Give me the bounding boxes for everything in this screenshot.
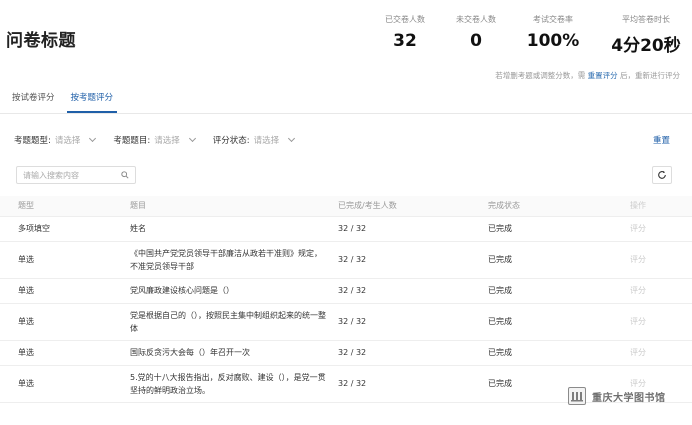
cell-progress: 32 / 32 — [338, 216, 488, 242]
cell-question: 国际反贪污大会每（）年召开一次 — [130, 340, 338, 366]
cell-question: 5.党的十八大报告指出，反对腐败、建设（），是党一贯坚持的鲜明政治立场。 — [130, 365, 338, 403]
table-row: 多项填空 姓名 32 / 32 已完成 评分 — [0, 216, 692, 242]
page-title: 问卷标题 — [6, 31, 76, 51]
reset-score-link[interactable]: 重置评分 — [588, 71, 618, 80]
score-button[interactable]: 评分 — [630, 340, 692, 366]
cell-status: 已完成 — [488, 278, 630, 304]
hint-suffix: 后，重新进行评分 — [620, 71, 680, 80]
filter-placeholder: 请选择 — [154, 136, 180, 146]
refresh-icon — [658, 170, 666, 179]
cell-question: 姓名 — [130, 216, 338, 242]
tab-divider — [0, 113, 692, 114]
table-row: 单选 党风廉政建设核心问题是（） 32 / 32 已完成 评分 — [0, 278, 692, 304]
cell-status: 已完成 — [488, 216, 630, 242]
table-row: 单选 党是根据自己的（），按照民主集中制组织起来的统一整体 32 / 32 已完… — [0, 303, 692, 341]
reset-hint: 若增删考题或调整分数，需 重置评分 后，重新进行评分 — [495, 70, 680, 81]
cell-progress: 32 / 32 — [338, 241, 488, 279]
table-row: 单选 《中国共产党党员领导干部廉洁从政若干准则》规定，不准党员领导干部 32 /… — [0, 241, 692, 279]
search-input[interactable] — [23, 170, 119, 180]
filter-placeholder: 请选择 — [253, 136, 280, 146]
cell-type: 单选 — [0, 278, 130, 304]
stat-value: 0 — [470, 31, 482, 51]
cell-status: 已完成 — [488, 340, 630, 366]
cell-type: 单选 — [0, 241, 130, 279]
cell-progress: 32 / 32 — [338, 278, 488, 304]
filter-label: 考题题型: — [14, 136, 51, 146]
cell-progress: 32 / 32 — [338, 365, 488, 403]
stat-submitted: 已交卷人数 32 — [380, 14, 430, 51]
cell-question: 党是根据自己的（），按照民主集中制组织起来的统一整体 — [130, 303, 338, 341]
chevron-down-icon — [188, 134, 196, 143]
score-button[interactable]: 评分 — [630, 278, 692, 304]
chevron-down-icon — [89, 134, 97, 143]
chevron-down-icon — [288, 134, 296, 143]
cell-type: 多项填空 — [0, 216, 130, 242]
watermark-text: 重庆大学图书馆 — [592, 392, 666, 404]
header-status: 完成状态 — [488, 196, 630, 217]
table-header-row: 题型 题目 已完成/考生人数 完成状态 操作 — [0, 196, 692, 217]
search-box — [16, 166, 136, 184]
cell-status: 已完成 — [488, 303, 630, 341]
tab-by-paper[interactable]: 按试卷评分 — [12, 88, 55, 108]
filter-label: 考题题目: — [113, 136, 151, 146]
stat-value: 4分20秒 — [611, 36, 681, 56]
stat-label: 平均答卷时长 — [622, 15, 670, 24]
score-button[interactable]: 评分 — [630, 303, 692, 341]
score-button[interactable]: 评分 — [630, 241, 692, 279]
header-action: 操作 — [630, 196, 692, 217]
reset-button[interactable]: 重置 — [653, 134, 670, 146]
cell-type: 单选 — [0, 365, 130, 403]
filter-score-status[interactable]: 评分状态: 请选择 — [212, 134, 296, 146]
filter-question-type[interactable]: 考题题型: 请选择 — [14, 134, 97, 146]
header-progress: 已完成/考生人数 — [338, 196, 488, 217]
stat-label: 未交卷人数 — [456, 15, 496, 24]
tab-by-question[interactable]: 按考题评分 — [66, 88, 117, 113]
header-type: 题型 — [0, 196, 130, 217]
stat-value: 100% — [526, 31, 580, 51]
hint-prefix: 若增删考题或调整分数，需 — [495, 71, 586, 80]
filter-placeholder: 请选择 — [54, 136, 81, 146]
search-icon[interactable] — [121, 171, 129, 179]
cell-question: 党风廉政建设核心问题是（） — [130, 278, 338, 304]
cell-type: 单选 — [0, 303, 130, 341]
library-logo-icon — [568, 387, 586, 405]
score-button[interactable]: 评分 — [630, 216, 692, 242]
stat-submit-rate: 考试交卷率 100% — [522, 14, 584, 51]
table-row: 单选 国际反贪污大会每（）年召开一次 32 / 32 已完成 评分 — [0, 340, 692, 366]
cell-type: 单选 — [0, 340, 130, 366]
stat-value: 32 — [393, 31, 417, 51]
filter-label: 评分状态: — [212, 136, 250, 146]
header-question: 题目 — [130, 196, 338, 217]
stat-not-submitted: 未交卷人数 0 — [451, 14, 501, 51]
filter-bar: 考题题型: 请选择 考题题目: 请选择 评分状态: 请选择 — [14, 134, 296, 146]
cell-progress: 32 / 32 — [338, 340, 488, 366]
filter-question-title[interactable]: 考题题目: 请选择 — [113, 134, 196, 146]
library-watermark: 重庆大学图书馆 — [568, 387, 666, 405]
question-table: 题型 题目 已完成/考生人数 完成状态 操作 多项填空 姓名 32 / 32 已… — [0, 196, 692, 403]
cell-status: 已完成 — [488, 241, 630, 279]
stat-label: 已交卷人数 — [385, 15, 425, 24]
stat-avg-duration: 平均答卷时长 4分20秒 — [606, 14, 686, 56]
tab-bar: 按试卷评分 按考题评分 — [12, 88, 117, 113]
refresh-button[interactable] — [652, 166, 672, 184]
cell-progress: 32 / 32 — [338, 303, 488, 341]
cell-question: 《中国共产党党员领导干部廉洁从政若干准则》规定，不准党员领导干部 — [130, 241, 338, 279]
stat-label: 考试交卷率 — [533, 15, 573, 24]
